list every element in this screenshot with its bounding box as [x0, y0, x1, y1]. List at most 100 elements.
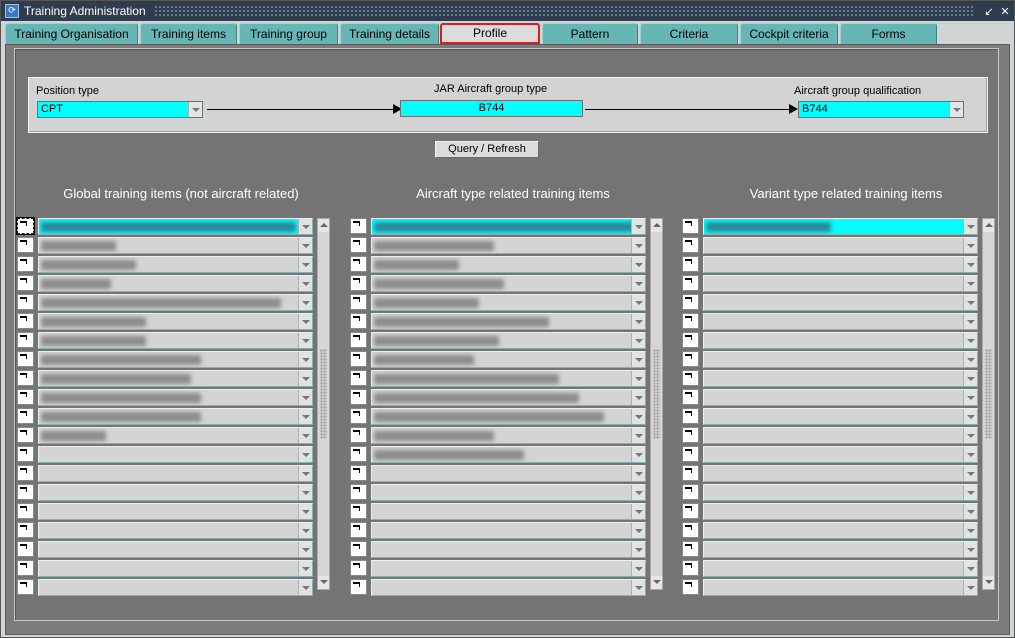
chevron-down-icon[interactable]	[631, 295, 645, 310]
row-selector[interactable]	[350, 522, 367, 538]
group-qualification-select[interactable]: B744	[798, 101, 964, 118]
chevron-down-icon[interactable]	[631, 371, 645, 386]
vertical-scrollbar[interactable]	[650, 218, 663, 590]
chevron-down-icon[interactable]	[631, 333, 645, 348]
row-selector[interactable]	[17, 522, 34, 538]
training-item-field[interactable]	[703, 408, 978, 425]
training-item-field[interactable]	[371, 522, 646, 539]
training-item-field[interactable]	[371, 275, 646, 292]
chevron-down-icon[interactable]	[963, 409, 977, 424]
chevron-down-icon[interactable]	[298, 485, 312, 500]
training-item-field[interactable]	[371, 256, 646, 273]
row-selector[interactable]	[17, 389, 34, 405]
row-selector[interactable]	[682, 294, 699, 310]
tab-pattern[interactable]: Pattern	[542, 23, 638, 44]
chevron-down-icon[interactable]	[631, 352, 645, 367]
row-selector[interactable]	[682, 484, 699, 500]
training-item-field[interactable]	[703, 579, 978, 596]
chevron-down-icon[interactable]	[963, 466, 977, 481]
training-item-field[interactable]	[38, 313, 313, 330]
training-item-field[interactable]	[371, 427, 646, 444]
row-selector[interactable]	[350, 275, 367, 291]
chevron-down-icon[interactable]	[963, 238, 977, 253]
chevron-down-icon[interactable]	[963, 390, 977, 405]
training-item-field[interactable]	[38, 408, 313, 425]
row-selector[interactable]	[682, 275, 699, 291]
chevron-down-icon[interactable]	[963, 276, 977, 291]
chevron-down-icon[interactable]	[631, 219, 645, 234]
chevron-down-icon[interactable]	[298, 409, 312, 424]
restore-icon[interactable]: ↙	[982, 5, 996, 18]
training-item-field[interactable]	[38, 351, 313, 368]
scroll-down-icon[interactable]	[983, 576, 994, 589]
training-item-field[interactable]	[371, 218, 646, 235]
training-item-field[interactable]	[371, 503, 646, 520]
row-selector[interactable]	[16, 217, 35, 235]
training-item-field[interactable]	[371, 446, 646, 463]
row-selector[interactable]	[350, 294, 367, 310]
tab-training-details[interactable]: Training details	[340, 23, 439, 44]
row-selector[interactable]	[350, 313, 367, 329]
training-item-field[interactable]	[38, 465, 313, 482]
training-item-field[interactable]	[703, 351, 978, 368]
chevron-down-icon[interactable]	[631, 428, 645, 443]
row-selector[interactable]	[682, 313, 699, 329]
row-selector[interactable]	[682, 389, 699, 405]
training-item-field[interactable]	[703, 522, 978, 539]
tab-forms[interactable]: Forms	[840, 23, 937, 44]
chevron-down-icon[interactable]	[631, 561, 645, 576]
training-item-field[interactable]	[38, 256, 313, 273]
training-item-field[interactable]	[703, 446, 978, 463]
chevron-down-icon[interactable]	[963, 428, 977, 443]
chevron-down-icon[interactable]	[298, 390, 312, 405]
chevron-down-icon[interactable]	[298, 371, 312, 386]
row-selector[interactable]	[682, 465, 699, 481]
row-selector[interactable]	[17, 351, 34, 367]
row-selector[interactable]	[17, 427, 34, 443]
chevron-down-icon[interactable]	[631, 238, 645, 253]
training-item-field[interactable]	[38, 446, 313, 463]
tab-training-group[interactable]: Training group	[239, 23, 338, 44]
chevron-down-icon[interactable]	[963, 314, 977, 329]
chevron-down-icon[interactable]	[298, 276, 312, 291]
row-selector[interactable]	[350, 427, 367, 443]
row-selector[interactable]	[682, 579, 699, 595]
row-selector[interactable]	[17, 446, 34, 462]
row-selector[interactable]	[682, 560, 699, 576]
chevron-down-icon[interactable]	[963, 352, 977, 367]
training-item-field[interactable]	[703, 503, 978, 520]
chevron-down-icon[interactable]	[631, 409, 645, 424]
chevron-down-icon[interactable]	[298, 333, 312, 348]
tab-profile[interactable]: Profile	[440, 23, 540, 44]
training-item-field[interactable]	[38, 332, 313, 349]
row-selector[interactable]	[350, 237, 367, 253]
chevron-down-icon[interactable]	[963, 219, 977, 234]
row-selector[interactable]	[350, 503, 367, 519]
row-selector[interactable]	[17, 294, 34, 310]
chevron-down-icon[interactable]	[631, 485, 645, 500]
row-selector[interactable]	[17, 560, 34, 576]
row-selector[interactable]	[17, 256, 34, 272]
scroll-thumb[interactable]	[320, 349, 327, 439]
row-selector[interactable]	[350, 446, 367, 462]
row-selector[interactable]	[17, 465, 34, 481]
row-selector[interactable]	[682, 408, 699, 424]
training-item-field[interactable]	[38, 579, 313, 596]
training-item-field[interactable]	[371, 370, 646, 387]
row-selector[interactable]	[350, 484, 367, 500]
training-item-field[interactable]	[703, 237, 978, 254]
chevron-down-icon[interactable]	[298, 428, 312, 443]
row-selector[interactable]	[17, 541, 34, 557]
row-selector[interactable]	[17, 370, 34, 386]
training-item-field[interactable]	[703, 560, 978, 577]
training-item-field[interactable]	[371, 541, 646, 558]
training-item-field[interactable]	[371, 560, 646, 577]
chevron-down-icon[interactable]	[631, 314, 645, 329]
training-item-field[interactable]	[371, 351, 646, 368]
chevron-down-icon[interactable]	[298, 523, 312, 538]
training-item-field[interactable]	[703, 294, 978, 311]
chevron-down-icon[interactable]	[631, 447, 645, 462]
row-selector[interactable]	[682, 256, 699, 272]
training-item-field[interactable]	[38, 389, 313, 406]
chevron-down-icon[interactable]	[963, 333, 977, 348]
